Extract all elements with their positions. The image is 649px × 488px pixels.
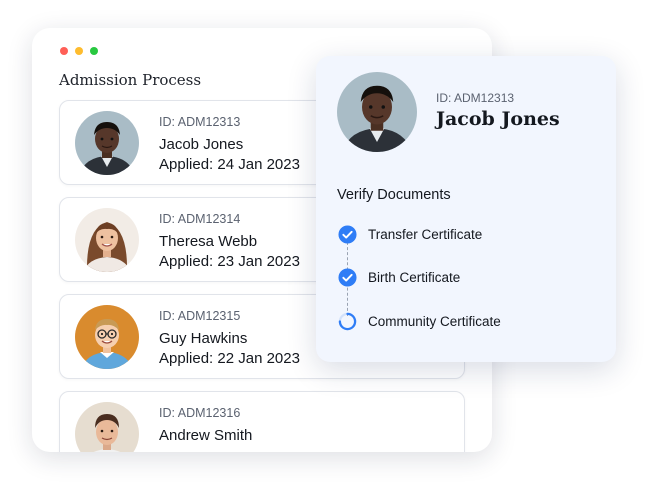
- applicant-name: Jacob Jones: [159, 136, 244, 153]
- applicant-id: ID: ADM12314: [159, 212, 241, 226]
- check-circle-icon: [338, 224, 357, 244]
- avatar: [75, 208, 139, 272]
- avatar: [75, 111, 139, 175]
- maximize-dot[interactable]: [90, 47, 98, 55]
- detail-id: ID: ADM12313: [436, 91, 515, 105]
- applied-date: Applied: 23 Jan 2023: [159, 253, 300, 270]
- check-circle-icon: [338, 267, 357, 287]
- close-dot[interactable]: [60, 47, 68, 55]
- avatar: [75, 305, 139, 369]
- applicant-id: ID: ADM12315: [159, 309, 241, 323]
- applicant-id: ID: ADM12313: [159, 115, 241, 129]
- minimize-dot[interactable]: [75, 47, 83, 55]
- avatar: [75, 402, 139, 452]
- applied-date: Applied: 24 Jan 2023: [159, 156, 300, 173]
- applicant-name: Andrew Smith: [159, 427, 253, 444]
- applicant-id: ID: ADM12316: [159, 406, 241, 420]
- verify-documents-heading: Verify Documents: [337, 187, 451, 203]
- document-label: Transfer Certificate: [368, 226, 483, 242]
- document-item[interactable]: Community Certificate: [338, 311, 501, 331]
- applicant-card[interactable]: ID: ADM12316 Andrew Smith: [59, 391, 465, 452]
- spinner-icon: [338, 312, 357, 330]
- document-label: Community Certificate: [368, 313, 501, 329]
- applicant-detail-panel: ID: ADM12313 Jacob Jones Verify Document…: [316, 56, 616, 362]
- detail-name: Jacob Jones: [436, 108, 560, 130]
- avatar: [337, 72, 417, 152]
- page-title: Admission Process: [59, 71, 202, 89]
- window-controls: [60, 47, 98, 55]
- applicant-name: Theresa Webb: [159, 233, 258, 250]
- document-item[interactable]: Transfer Certificate: [338, 224, 482, 244]
- applied-date: Applied: 22 Jan 2023: [159, 350, 300, 367]
- document-label: Birth Certificate: [368, 269, 461, 285]
- document-item[interactable]: Birth Certificate: [338, 267, 460, 287]
- applicant-name: Guy Hawkins: [159, 330, 248, 347]
